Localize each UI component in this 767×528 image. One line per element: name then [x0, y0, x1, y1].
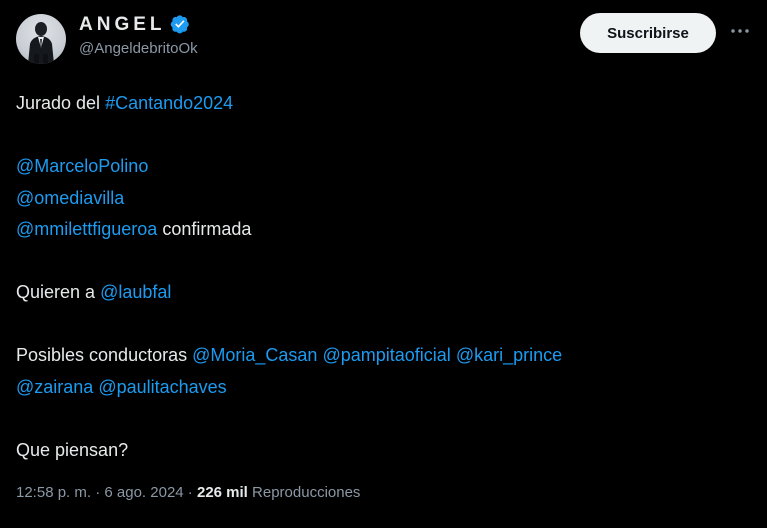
tweet-line: Quieren a @laubfal: [16, 277, 746, 309]
author-info: ANGEL @AngeldebritoOk: [79, 14, 198, 57]
tweet-text: Jurado del #Cantando2024 @MarceloPolino …: [16, 88, 746, 466]
tweet-line: @omediavilla: [16, 183, 746, 215]
text-segment: Posibles conductoras: [16, 345, 193, 365]
line-break: [16, 309, 746, 341]
line-break: [16, 403, 746, 435]
mention-link[interactable]: @Moria_Casan: [192, 345, 317, 365]
views-label: Reproducciones: [252, 484, 361, 501]
views-count: 226 mil: [196, 484, 248, 501]
text-segment: confirmada: [157, 219, 252, 239]
tweet-time[interactable]: 12:58 p. m.: [16, 484, 91, 501]
tweet-line: Posibles conductoras @Moria_Casan @pampi…: [16, 340, 746, 372]
tweet-card: ANGEL @AngeldebritoOk Suscribirse Jurado…: [0, 0, 767, 528]
mention-link[interactable]: @MarceloPolino: [16, 156, 148, 176]
mention-link[interactable]: @mmilettfigueroa: [16, 219, 157, 239]
tweet-line: @mmilettfigueroa confirmada: [16, 214, 746, 246]
text-segment: Quieren a: [16, 282, 101, 302]
avatar-image: [28, 22, 54, 64]
verified-badge-icon: [170, 14, 189, 33]
author-display-name[interactable]: ANGEL: [79, 14, 166, 36]
meta-separator: ·: [183, 484, 197, 501]
tweet-metadata: 12:58 p. m. · 6 ago. 2024 · 226 mil Repr…: [16, 484, 360, 501]
author-avatar[interactable]: [16, 14, 66, 64]
more-horizontal-icon[interactable]: [728, 19, 752, 43]
mention-link[interactable]: @omediavilla: [16, 188, 124, 208]
mention-link[interactable]: @zairana: [16, 377, 93, 397]
subscribe-button[interactable]: Suscribirse: [580, 13, 716, 53]
text-segment: Jurado del: [16, 93, 106, 113]
tweet-line: @zairana @paulitachaves: [16, 372, 746, 404]
line-break: [16, 246, 746, 278]
mention-link[interactable]: @laubfal: [100, 282, 171, 302]
tweet-header: ANGEL @AngeldebritoOk Suscribirse: [16, 12, 756, 68]
tweet-line: @MarceloPolino: [16, 151, 746, 183]
tweet-line: Que piensan?: [16, 435, 746, 467]
text-segment: Que piensan?: [16, 439, 129, 460]
tweet-line: Jurado del #Cantando2024: [16, 88, 746, 120]
hashtag-link[interactable]: #Cantando2024: [105, 93, 233, 113]
author-handle[interactable]: @AngeldebritoOk: [79, 40, 198, 57]
mention-link[interactable]: @pampitaoficial: [322, 345, 450, 365]
line-break: [16, 120, 746, 152]
tweet-date[interactable]: 6 ago. 2024: [104, 484, 183, 501]
meta-separator: ·: [91, 484, 105, 501]
mention-link[interactable]: @paulitachaves: [98, 377, 226, 397]
mention-link[interactable]: @kari_prince: [456, 345, 562, 365]
